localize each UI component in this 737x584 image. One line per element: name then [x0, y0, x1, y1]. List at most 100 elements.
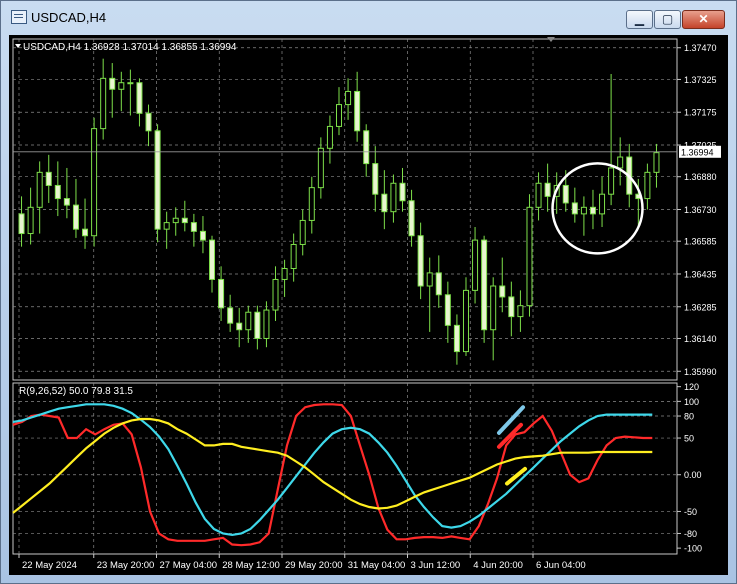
bull-candle	[599, 193, 606, 215]
bull-candle	[617, 156, 624, 169]
bear-candle	[54, 184, 61, 200]
time-tick-label: 28 May 12:00	[222, 560, 280, 571]
bull-candle	[100, 77, 107, 130]
indicator-tick-label: 50	[684, 434, 694, 444]
bull-candle	[336, 104, 342, 127]
bull-candle	[36, 171, 43, 208]
bull-candle	[490, 285, 497, 331]
bear-candle	[562, 184, 569, 204]
bull-candle	[535, 182, 542, 208]
time-tick-label: 22 May 2024	[22, 560, 77, 571]
bear-candle	[417, 235, 424, 287]
bear-candle	[481, 239, 488, 331]
chart-window-icon	[11, 10, 27, 24]
bull-candle	[517, 305, 524, 318]
bull-candle	[263, 309, 270, 339]
bull-candle	[290, 243, 297, 270]
time-tick-label: 3 Jun 12:00	[411, 560, 461, 571]
indicator-tick-label: 100	[684, 397, 699, 407]
bear-candle	[254, 311, 261, 339]
maximize-button[interactable]: ▢	[654, 10, 681, 29]
bear-candle	[45, 171, 52, 186]
bull-candle	[608, 167, 615, 195]
indicator-tick-label: 120	[684, 382, 699, 392]
time-tick-label: 29 May 20:00	[285, 560, 343, 571]
bear-candle	[453, 324, 460, 353]
indicator-tick-label: -50	[684, 507, 697, 517]
bear-candle	[63, 198, 70, 206]
bull-candle	[299, 219, 306, 245]
bull-candle	[390, 182, 397, 213]
bear-candle	[354, 90, 361, 132]
price-tick-label: 1.37470	[684, 43, 717, 53]
bull-candle	[127, 82, 134, 85]
minimize-button[interactable]: ▁	[626, 10, 653, 29]
bull-candle	[462, 289, 469, 353]
bull-candle	[118, 82, 125, 90]
price-tick-label: 1.36585	[684, 237, 717, 247]
price-chart-svg[interactable]: 1.374701.373251.371751.370251.368801.367…	[9, 35, 728, 575]
time-tick-label: 4 Jun 20:00	[473, 560, 523, 571]
indicator-tick-label: 80	[684, 412, 694, 422]
bull-candle	[308, 187, 315, 221]
bull-candle	[326, 125, 333, 149]
current-price-label: 1.36994	[681, 147, 714, 157]
time-tick-label: 23 May 20:00	[97, 560, 155, 571]
bull-candle	[91, 128, 98, 237]
bear-candle	[381, 193, 388, 213]
price-tick-label: 1.36880	[684, 172, 717, 182]
bull-candle	[172, 217, 179, 224]
time-tick-label: 27 May 04:00	[160, 560, 218, 571]
bear-candle	[571, 202, 578, 215]
symbol-info-text: USDCAD,H4 1.36928 1.37014 1.36855 1.3699…	[23, 42, 237, 53]
bear-candle	[589, 206, 596, 215]
indicator-tick-label: -100	[684, 544, 702, 554]
bear-candle	[363, 130, 370, 165]
price-tick-label: 1.36285	[684, 302, 717, 312]
indicator-info-text: R(9,26,52) 50.0 79.8 31.5	[19, 386, 133, 397]
bear-candle	[544, 182, 551, 197]
bear-candle	[136, 82, 143, 114]
title-bar[interactable]: USDCAD,H4 ▁ ▢ ✕	[1, 1, 736, 35]
price-tick-label: 1.37325	[684, 75, 717, 85]
bull-candle	[580, 206, 587, 215]
bear-candle	[199, 230, 206, 241]
time-tick-label: 31 May 04:00	[348, 560, 406, 571]
bear-candle	[408, 200, 415, 237]
chart-window: USDCAD,H4 ▁ ▢ ✕ 1.37470 1.37325 1.37175 1.3…	[0, 0, 737, 584]
bear-candle	[72, 204, 79, 230]
bull-candle	[317, 147, 324, 189]
bear-candle	[154, 130, 161, 230]
bear-candle	[82, 228, 89, 237]
price-tick-label: 1.36140	[684, 334, 717, 344]
bear-candle	[236, 322, 243, 331]
bear-candle	[190, 222, 197, 232]
price-tick-label: 1.36435	[684, 269, 717, 279]
yellow-marker-stroke	[505, 466, 527, 486]
price-tick-label: 1.35990	[684, 367, 717, 377]
indicator-line-series-2	[12, 403, 653, 537]
bull-candle	[281, 268, 288, 280]
bear-candle	[372, 163, 379, 195]
bear-candle	[508, 296, 515, 318]
bear-candle	[499, 285, 506, 298]
bear-candle	[181, 217, 188, 224]
chart-area[interactable]: 1.37470 1.37325 1.37175 1.37025 1.36880 1.367…	[9, 35, 728, 575]
price-tick-label: 1.37175	[684, 108, 717, 118]
indicator-tick-label: -80	[684, 529, 697, 539]
price-tick-label: 1.36730	[684, 205, 717, 215]
bull-candle	[644, 171, 651, 200]
bull-candle	[27, 206, 34, 235]
bull-candle	[653, 152, 660, 173]
close-button[interactable]: ✕	[682, 10, 725, 29]
bull-candle	[472, 239, 479, 291]
indicator-tick-label: 0.00	[684, 470, 702, 480]
bear-candle	[218, 278, 225, 309]
bear-candle	[209, 239, 216, 280]
bear-candle	[444, 294, 451, 326]
bear-candle	[145, 112, 152, 132]
window-title: USDCAD,H4	[31, 10, 107, 25]
bull-candle	[345, 90, 352, 106]
bull-candle	[526, 206, 533, 307]
time-tick-label: 6 Jun 04:00	[536, 560, 586, 571]
